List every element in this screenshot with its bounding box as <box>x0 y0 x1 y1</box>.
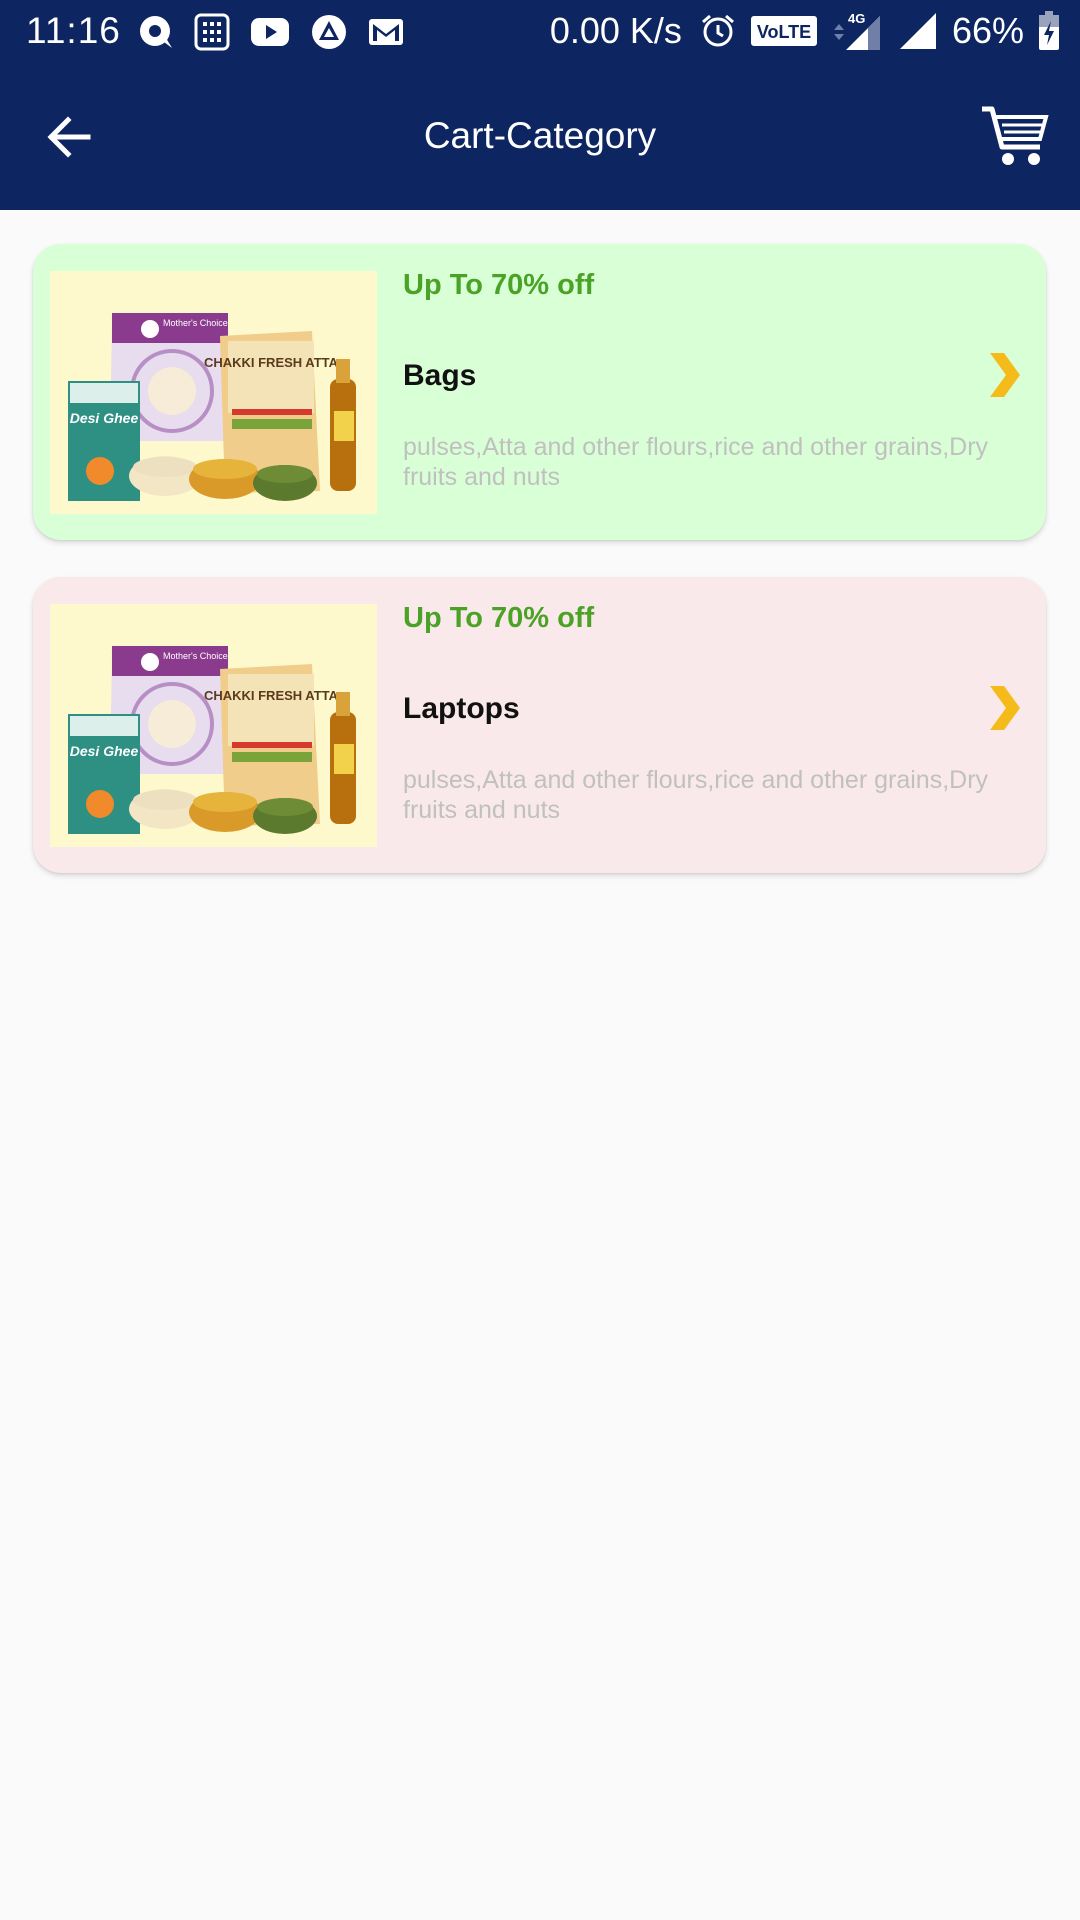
thumb-atta-label: CHAKKI FRESH ATTA <box>204 688 339 703</box>
chevron-right-icon[interactable] <box>986 683 1022 733</box>
volte-label: VoLTE <box>757 22 811 42</box>
category-name: Laptops <box>403 692 520 725</box>
thumb-ghee-label: Desi Ghee <box>70 410 139 426</box>
thumb-brand-label: Mother's Choice <box>163 651 228 661</box>
thumb-atta-label: CHAKKI FRESH ATTA <box>204 355 339 370</box>
offer-text: Up To 70% off <box>403 269 595 301</box>
page-title: Cart-Category <box>423 115 657 156</box>
category-image: Mother's Choice CHAKKI FRESH ATTA Desi G… <box>50 271 377 514</box>
signal-icon <box>898 11 938 51</box>
chat-icon <box>138 14 174 50</box>
offer-text: Up To 70% off <box>403 602 595 634</box>
youtube-icon <box>250 17 290 47</box>
volte-icon: VoLTE <box>750 15 818 47</box>
category-card-bags[interactable]: Mother's Choice CHAKKI FRESH ATTA Desi G… <box>33 244 1046 540</box>
battery-charging-icon <box>1038 11 1060 51</box>
category-name: Bags <box>403 359 477 392</box>
alarm-icon <box>700 13 736 49</box>
cart-icon[interactable] <box>980 103 1050 169</box>
category-description: pulses,Atta and other flours,rice and ot… <box>403 433 989 491</box>
chevron-right-icon[interactable] <box>986 350 1022 400</box>
calculator-icon <box>194 13 230 51</box>
thumb-ghee-label: Desi Ghee <box>70 743 139 759</box>
status-time: 11:16 <box>26 10 121 51</box>
notification-icons <box>138 12 404 52</box>
gmail-icon <box>368 17 404 47</box>
network-label: 4G <box>848 11 865 26</box>
drive-icon <box>310 13 348 51</box>
net-speed: 0.00 K/s <box>549 10 682 51</box>
thumb-brand-label: Mother's Choice <box>163 318 228 328</box>
system-icons: 0.00 K/s VoLTE 4G 66% <box>550 10 1060 52</box>
category-image: Mother's Choice CHAKKI FRESH ATTA Desi G… <box>50 604 377 847</box>
signal-4g-icon: 4G <box>832 10 884 52</box>
category-card-laptops[interactable]: Mother's Choice CHAKKI FRESH ATTA Desi G… <box>33 577 1046 873</box>
status-bar: 11:16 0.00 K/s VoLTE 4G 66% <box>0 0 1080 63</box>
category-description: pulses,Atta and other flours,rice and ot… <box>403 766 989 824</box>
battery-level: 66% <box>951 10 1024 51</box>
app-bar: Cart-Category <box>0 63 1080 210</box>
